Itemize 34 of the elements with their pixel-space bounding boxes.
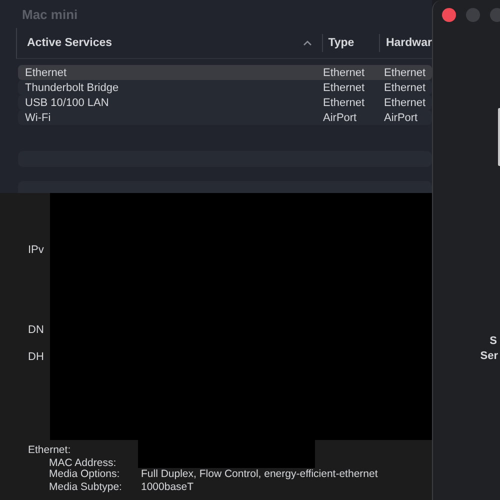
zoom-button[interactable] <box>490 8 500 22</box>
window-title: Mac mini <box>22 6 78 22</box>
close-button[interactable] <box>442 8 456 22</box>
table-row[interactable]: Thunderbolt Bridge Ethernet Ethernet <box>18 80 432 95</box>
table-cell-text: AirPort <box>323 112 358 124</box>
field-label: DN <box>28 324 44 336</box>
table-cell-text: Ethernet <box>24 66 68 78</box>
field-label: DH <box>28 351 44 363</box>
table-cell-text: Ethernet <box>323 66 366 78</box>
field-label: Media Subtype: <box>48 481 123 494</box>
field-value: Full Duplex, Flow Control, energy-efficient-ethernet <box>141 468 378 481</box>
table-cell: AirPort <box>384 112 418 124</box>
column-header[interactable]: Hardwar <box>380 34 432 52</box>
table-cell: Ethernet <box>384 96 426 108</box>
field-value: 1000baseT <box>141 481 194 494</box>
table-row[interactable]: Wi-Fi AirPort AirPort <box>18 110 432 125</box>
table-cell-text: Wi-Fi <box>24 112 52 124</box>
table-cell: Ethernet <box>384 66 426 78</box>
table-cell-text: USB 10/100 LAN <box>24 96 110 108</box>
side-text: S <box>490 334 497 349</box>
column-header[interactable]: Type <box>323 34 380 52</box>
field-label: Media Options: <box>48 468 121 481</box>
table-cell-text: Ethernet <box>323 82 366 94</box>
section-label: Ethernet: <box>27 444 72 457</box>
side-text: Ser <box>480 349 498 364</box>
field-label: IPv <box>28 244 44 256</box>
table-row[interactable]: Ethernet Ethernet Ethernet <box>18 65 432 80</box>
table-cell-text: Ethernet <box>323 96 366 108</box>
field-label: MAC Address: <box>48 457 118 469</box>
table-cell: Ethernet <box>384 82 426 94</box>
column-header[interactable]: Active Services <box>17 34 324 52</box>
table-cell-text: Thunderbolt Bridge <box>24 82 120 94</box>
minimize-button[interactable] <box>466 8 480 22</box>
table-row[interactable]: USB 10/100 LAN Ethernet Ethernet <box>18 95 432 110</box>
